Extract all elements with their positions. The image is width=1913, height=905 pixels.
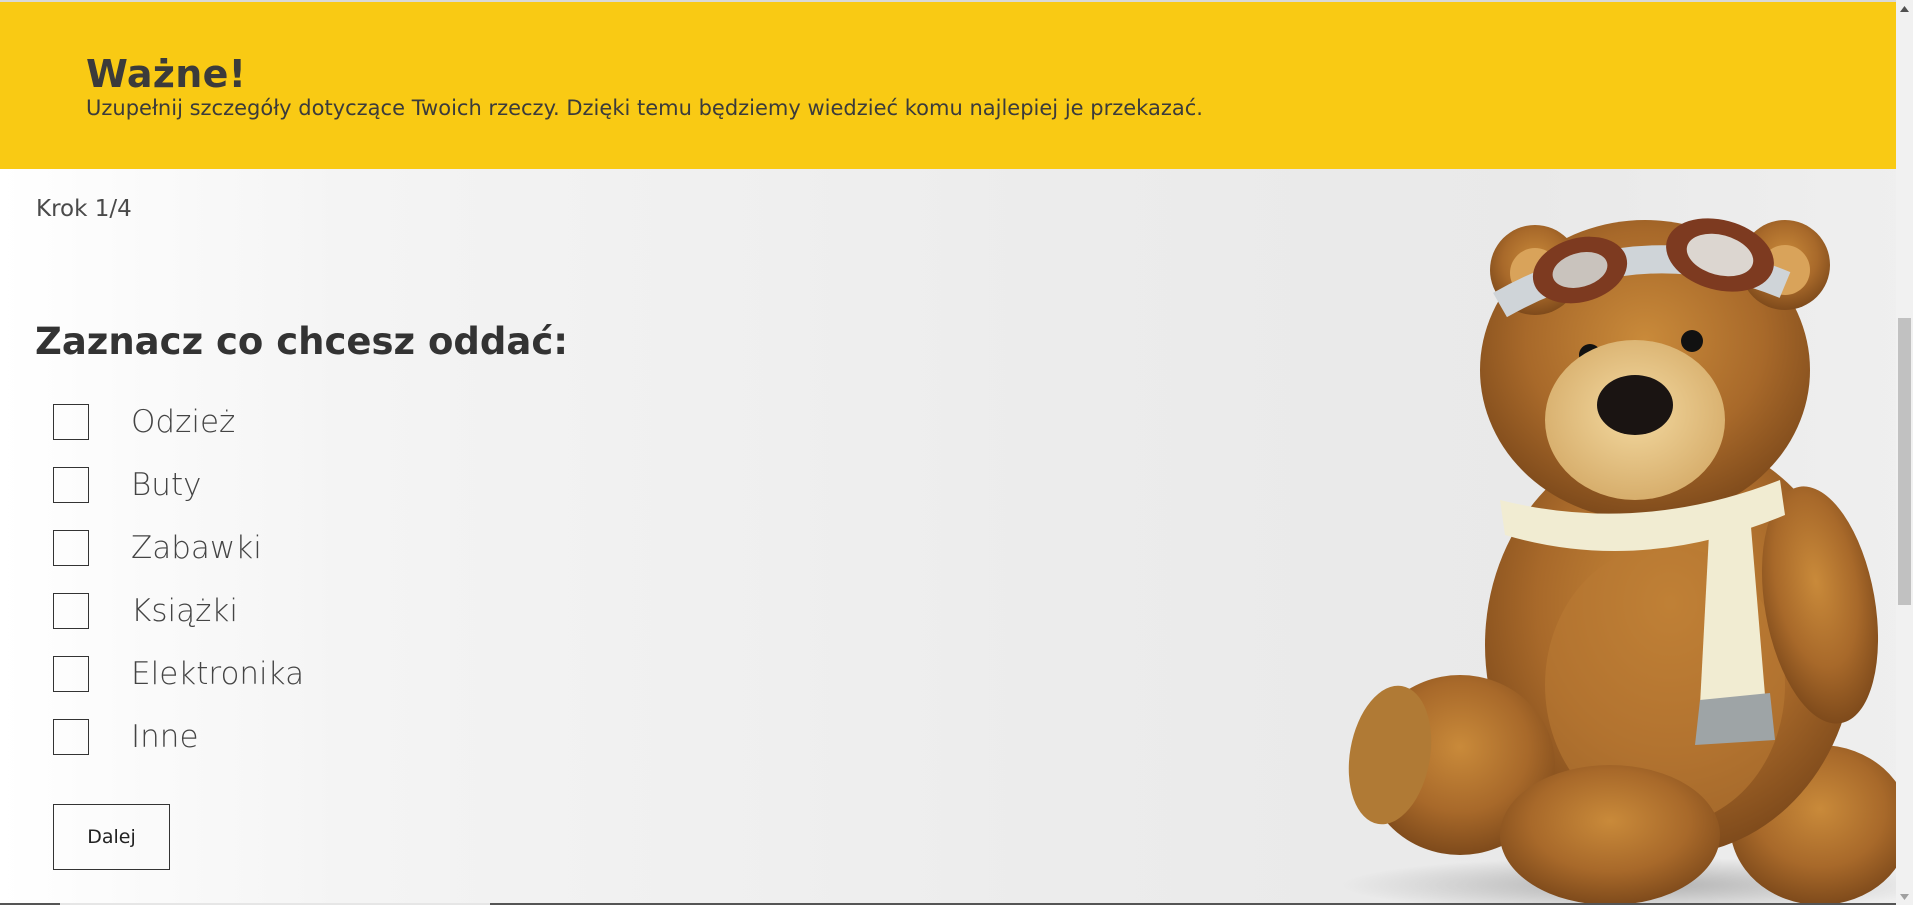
step-indicator: Krok 1/4 xyxy=(36,196,132,222)
option-label: Buty xyxy=(131,467,202,503)
option-label: Inne xyxy=(131,719,199,755)
option-label: Książki xyxy=(131,593,238,629)
checkbox[interactable] xyxy=(53,656,89,692)
option-label: Elektronika xyxy=(131,656,305,692)
vertical-scrollbar[interactable] xyxy=(1896,0,1913,905)
checkbox[interactable] xyxy=(53,404,89,440)
banner-title: Ważne! xyxy=(86,52,247,96)
option-electronics[interactable]: Elektronika xyxy=(53,655,304,693)
scroll-down-arrow-icon[interactable] xyxy=(1896,888,1913,905)
scrollbar-thumb[interactable] xyxy=(1898,318,1911,605)
option-other[interactable]: Inne xyxy=(53,718,304,756)
option-clothes[interactable]: Odzież xyxy=(53,403,304,441)
option-label: Zabawki xyxy=(131,530,262,566)
donation-form-page: Ważne! Uzupełnij szczegóły dotyczące Two… xyxy=(0,0,1913,905)
important-banner: Ważne! Uzupełnij szczegóły dotyczące Two… xyxy=(0,2,1896,169)
option-label: Odzież xyxy=(131,404,236,440)
checkbox[interactable] xyxy=(53,593,89,629)
scroll-up-arrow-icon[interactable] xyxy=(1896,0,1913,17)
form-heading: Zaznacz co chcesz oddać: xyxy=(35,320,569,363)
option-shoes[interactable]: Buty xyxy=(53,466,304,504)
checkbox[interactable] xyxy=(53,719,89,755)
checkbox[interactable] xyxy=(53,530,89,566)
next-button[interactable]: Dalej xyxy=(53,804,170,870)
teddy-bear-image xyxy=(1340,218,1896,905)
banner-text: Uzupełnij szczegóły dotyczące Twoich rze… xyxy=(86,96,1203,120)
checkbox[interactable] xyxy=(53,467,89,503)
option-toys[interactable]: Zabawki xyxy=(53,529,304,567)
category-options: Odzież Buty Zabawki Książki Elektronika … xyxy=(53,403,304,781)
option-books[interactable]: Książki xyxy=(53,592,304,630)
